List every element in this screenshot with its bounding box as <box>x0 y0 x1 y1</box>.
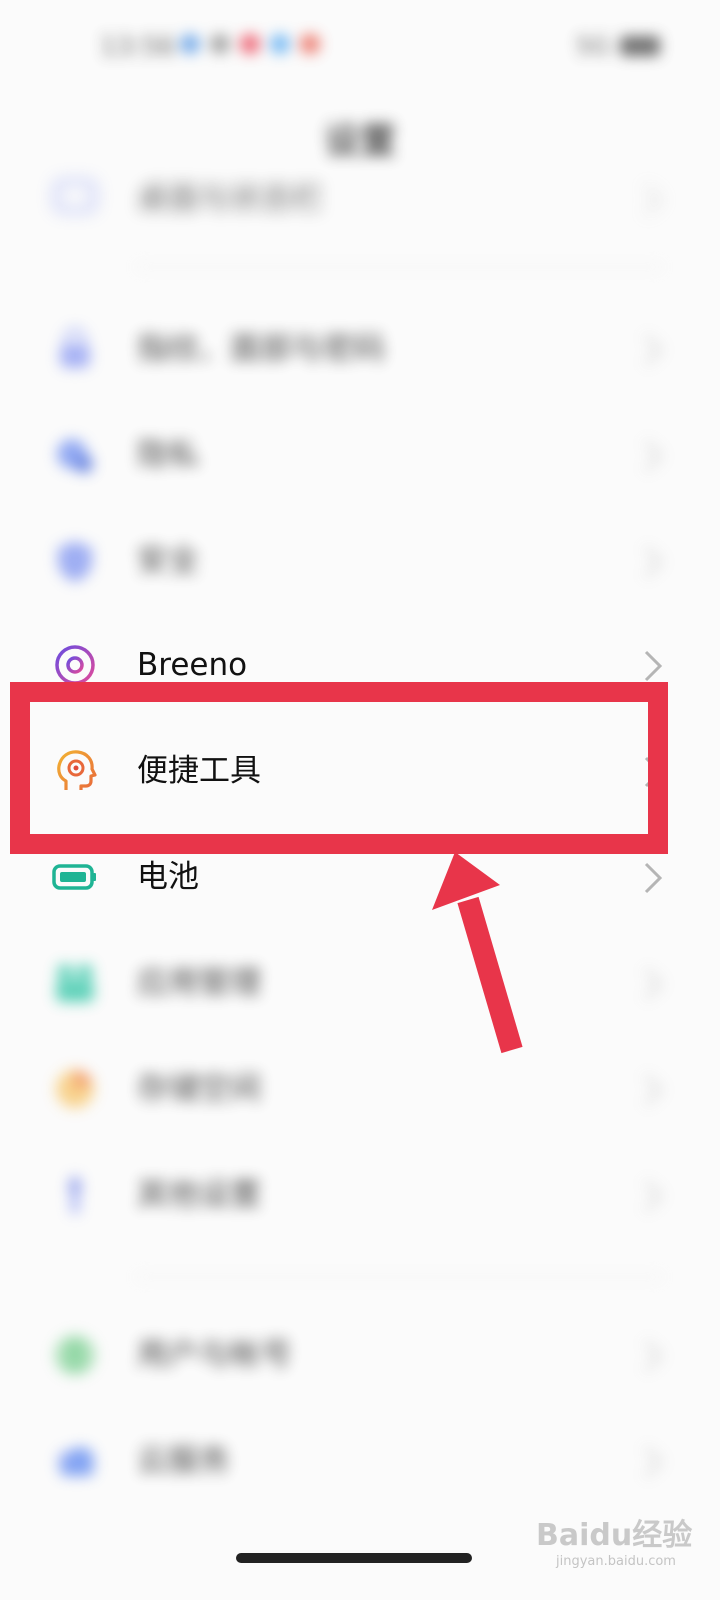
settings-item-label: 其他设置 <box>137 1177 261 1213</box>
settings-item-label: Breeno <box>137 647 248 683</box>
status-indicators: 5G <box>576 32 660 60</box>
home-indicator[interactable] <box>236 1553 472 1563</box>
settings-item-label: 隐私 <box>137 437 199 473</box>
status-bar: 13:56 5G <box>0 0 720 90</box>
user-icon <box>52 1332 98 1378</box>
chevron-right-icon <box>644 968 663 1000</box>
settings-item-label: 指纹、面部与密码 <box>137 331 385 367</box>
settings-item-label: 云服务 <box>137 1443 230 1479</box>
settings-item-convenience-tools[interactable]: 便捷工具 <box>0 718 720 824</box>
lock-icon <box>52 326 98 372</box>
settings-item-label: 电池 <box>137 859 199 895</box>
cloud-icon <box>52 1438 98 1484</box>
storage-icon <box>52 1066 98 1112</box>
watermark: Baidu经验 jingyan.baidu.com <box>536 1510 692 1569</box>
chevron-right-icon <box>644 650 663 682</box>
settings-item-desktop[interactable]: 桌面与状态栏 <box>0 146 720 252</box>
notification-dot-icon <box>300 34 320 54</box>
chevron-right-icon <box>644 1340 663 1372</box>
chevron-right-icon <box>644 184 663 216</box>
notification-dot-icon <box>210 34 230 54</box>
settings-item-breeno[interactable]: Breeno <box>0 612 720 718</box>
settings-item-label: 应用管理 <box>137 965 261 1001</box>
other-settings-icon <box>52 1172 98 1218</box>
status-time: 13:56 <box>100 32 175 62</box>
settings-item-cloud-service[interactable]: 云服务 <box>0 1408 720 1514</box>
convenience-tools-icon <box>52 748 98 794</box>
settings-item-label: 桌面与状态栏 <box>137 181 323 217</box>
settings-item-label: 存储空间 <box>137 1071 261 1107</box>
section-divider <box>137 1276 662 1278</box>
settings-item-user-account[interactable]: 用户与帐号 <box>0 1302 720 1408</box>
chevron-right-icon <box>644 756 663 788</box>
notification-dot-icon <box>270 34 290 54</box>
settings-item-other-settings[interactable]: 其他设置 <box>0 1142 720 1248</box>
battery-status-icon <box>620 36 660 56</box>
chevron-right-icon <box>644 440 663 472</box>
chevron-right-icon <box>644 1074 663 1106</box>
chevron-right-icon <box>644 1446 663 1478</box>
settings-item-label: 安全 <box>137 543 199 579</box>
watermark-subtext: jingyan.baidu.com <box>556 1554 676 1569</box>
settings-item-label: 用户与帐号 <box>137 1337 292 1373</box>
settings-item-battery[interactable]: 电池 <box>0 824 720 930</box>
privacy-icon <box>52 432 98 478</box>
shield-icon <box>52 538 98 584</box>
settings-item-label: 便捷工具 <box>137 753 261 789</box>
settings-item-app-management[interactable]: 应用管理 <box>0 930 720 1036</box>
watermark-text: Baidu经验 <box>536 1518 693 1553</box>
notification-icons <box>180 34 320 54</box>
section-divider <box>137 266 662 268</box>
network-label: 5G <box>576 32 610 60</box>
chevron-right-icon <box>644 862 663 894</box>
settings-item-privacy[interactable]: 隐私 <box>0 402 720 508</box>
settings-item-storage[interactable]: 存储空间 <box>0 1036 720 1142</box>
breeno-icon <box>52 642 98 688</box>
battery-icon <box>52 854 98 900</box>
notification-dot-icon <box>240 34 260 54</box>
settings-item-security[interactable]: 安全 <box>0 508 720 614</box>
chevron-right-icon <box>644 1180 663 1212</box>
desktop-icon <box>52 176 98 222</box>
settings-item-fingerprint-face-password[interactable]: 指纹、面部与密码 <box>0 296 720 402</box>
notification-dot-icon <box>180 34 200 54</box>
chevron-right-icon <box>644 334 663 366</box>
app-management-icon <box>52 960 98 1006</box>
chevron-right-icon <box>644 546 663 578</box>
